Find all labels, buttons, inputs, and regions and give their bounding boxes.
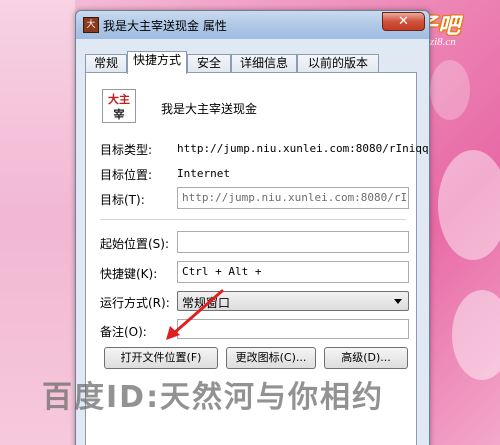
tab-shortcut[interactable]: 快捷方式	[127, 51, 187, 74]
watermark-text: 百度ID:天然河与你相约	[42, 380, 385, 415]
